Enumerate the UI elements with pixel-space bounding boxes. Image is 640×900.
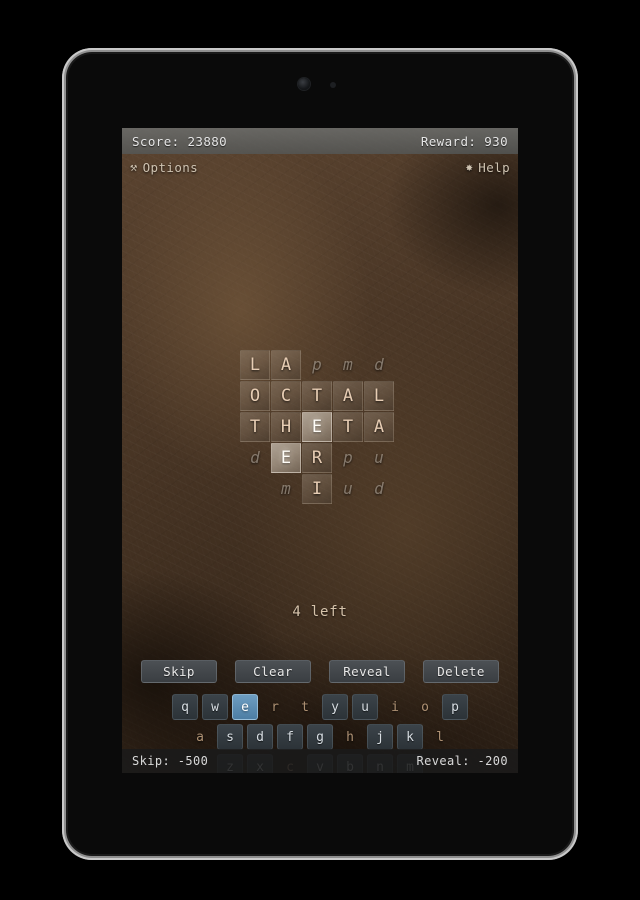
grid-cell[interactable]: u xyxy=(364,443,394,473)
grid-cell[interactable]: T xyxy=(240,412,270,442)
grid-cell[interactable]: A xyxy=(364,412,394,442)
key-k[interactable]: k xyxy=(397,724,423,750)
score-value: Score: 23880 xyxy=(132,133,228,149)
grid-cell[interactable]: R xyxy=(302,443,332,473)
grid-cell[interactable]: E xyxy=(271,443,301,473)
reveal-button[interactable]: Reveal xyxy=(329,660,405,683)
grid-cell[interactable]: L xyxy=(240,350,270,380)
grid-cell[interactable]: m xyxy=(333,350,363,380)
key-a[interactable]: a xyxy=(187,724,213,750)
grid-cell[interactable]: I xyxy=(302,474,332,504)
status-bar: Skip: -500 Reveal: -200 xyxy=(122,749,518,773)
grid-cell[interactable]: T xyxy=(333,412,363,442)
key-f[interactable]: f xyxy=(277,724,303,750)
proximity-sensor-icon xyxy=(330,82,336,88)
grid-cell[interactable]: E xyxy=(302,412,332,442)
key-o[interactable]: o xyxy=(412,694,438,720)
help-label: Help xyxy=(478,159,510,175)
key-u[interactable]: u xyxy=(352,694,378,720)
grid-cell[interactable]: u xyxy=(333,474,363,504)
grid-cell[interactable]: A xyxy=(333,381,363,411)
tablet-device: Score: 23880 Reward: 930 ⚒ Options ✸ Hel… xyxy=(62,48,578,860)
key-j[interactable]: j xyxy=(367,724,393,750)
grid-cell[interactable]: O xyxy=(240,381,270,411)
key-t[interactable]: t xyxy=(292,694,318,720)
key-w[interactable]: w xyxy=(202,694,228,720)
clear-button[interactable]: Clear xyxy=(235,660,311,683)
options-menu-button[interactable]: ⚒ Options xyxy=(130,160,198,175)
key-g[interactable]: g xyxy=(307,724,333,750)
asterisk-icon: ✸ xyxy=(465,160,474,174)
grid-cell[interactable]: p xyxy=(333,443,363,473)
remaining-counter: 4 left xyxy=(292,604,348,620)
delete-button[interactable]: Delete xyxy=(423,660,499,683)
grid-cell-empty xyxy=(240,474,270,504)
help-menu-button[interactable]: ✸ Help xyxy=(466,160,510,175)
grid-cell[interactable]: m xyxy=(271,474,301,504)
skip-button[interactable]: Skip xyxy=(141,660,217,683)
key-l[interactable]: l xyxy=(427,724,453,750)
key-p[interactable]: p xyxy=(442,694,468,720)
key-i[interactable]: i xyxy=(382,694,408,720)
score-bar: Score: 23880 Reward: 930 xyxy=(122,128,518,154)
grid-cell[interactable]: C xyxy=(271,381,301,411)
keyboard-row: asdfghjkl xyxy=(122,724,518,750)
keyboard-row: qwertyuiop xyxy=(122,694,518,720)
grid-cell[interactable]: d xyxy=(364,474,394,504)
menu-bar: ⚒ Options ✸ Help xyxy=(122,154,518,180)
grid-cell[interactable]: p xyxy=(302,350,332,380)
key-r[interactable]: r xyxy=(262,694,288,720)
key-s[interactable]: s xyxy=(217,724,243,750)
key-e[interactable]: e xyxy=(232,694,258,720)
word-grid: LApmdOCTALTHETAdERpumIud xyxy=(240,350,400,504)
grid-cell[interactable]: A xyxy=(271,350,301,380)
key-d[interactable]: d xyxy=(247,724,273,750)
skip-cost-label: Skip: -500 xyxy=(132,754,209,768)
reward-value: Reward: 930 xyxy=(420,133,508,149)
action-bar: Skip Clear Reveal Delete xyxy=(122,660,518,683)
key-y[interactable]: y xyxy=(322,694,348,720)
options-label: Options xyxy=(142,159,199,175)
game-screen: Score: 23880 Reward: 930 ⚒ Options ✸ Hel… xyxy=(122,128,518,773)
reveal-cost-label: Reveal: -200 xyxy=(416,754,508,768)
grid-cell[interactable]: L xyxy=(364,381,394,411)
grid-cell[interactable]: d xyxy=(240,443,270,473)
tools-icon: ⚒ xyxy=(130,160,138,174)
camera-lens-icon xyxy=(298,78,310,90)
key-q[interactable]: q xyxy=(172,694,198,720)
key-h[interactable]: h xyxy=(337,724,363,750)
grid-cell[interactable]: H xyxy=(271,412,301,442)
grid-cell[interactable]: T xyxy=(302,381,332,411)
grid-cell[interactable]: d xyxy=(364,350,394,380)
